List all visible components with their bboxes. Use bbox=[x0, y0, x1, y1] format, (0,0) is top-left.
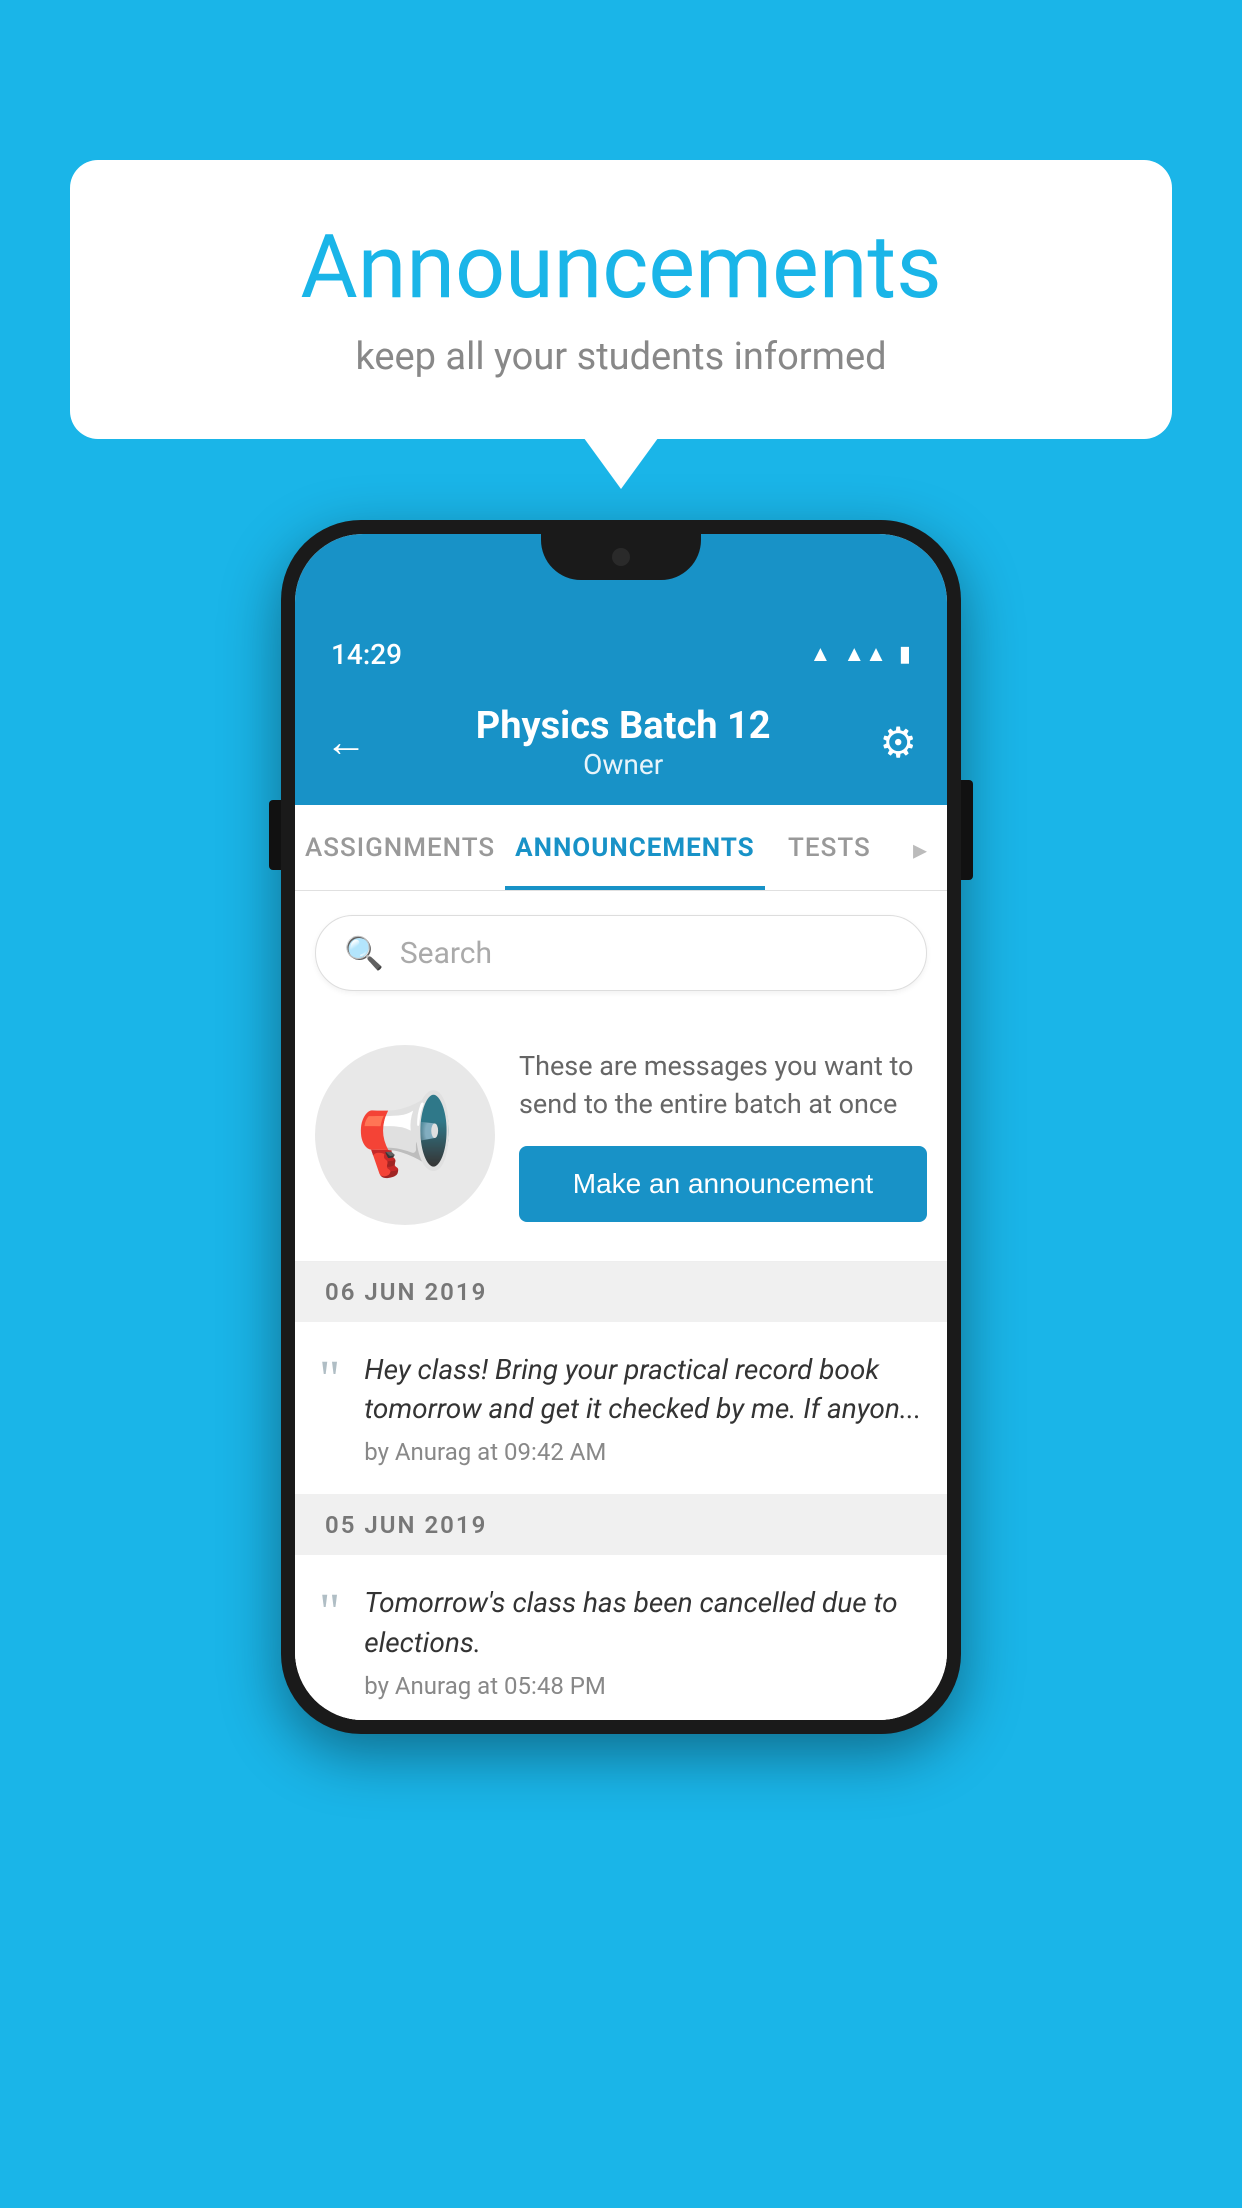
status-icons: ▲ ▲▲ ▮ bbox=[810, 641, 911, 667]
speech-bubble-container: Announcements keep all your students inf… bbox=[70, 160, 1172, 439]
quote-icon-1: " bbox=[319, 1354, 340, 1406]
announcement-text-2: Tomorrow's class has been cancelled due … bbox=[364, 1583, 923, 1661]
notch-area bbox=[295, 534, 947, 614]
search-placeholder: Search bbox=[400, 936, 492, 971]
signal-icon: ▲▲ bbox=[843, 641, 887, 667]
content-area: 🔍 Search 📢 These are messages you want t… bbox=[295, 915, 947, 1720]
promo-icon-circle: 📢 bbox=[315, 1045, 495, 1225]
notch bbox=[541, 534, 701, 580]
date-separator-1: 06 JUN 2019 bbox=[295, 1262, 947, 1322]
tab-assignments[interactable]: ASSIGNMENTS bbox=[295, 805, 505, 890]
tab-tests[interactable]: TESTS bbox=[765, 805, 895, 890]
announcement-meta-2: by Anurag at 05:48 PM bbox=[364, 1672, 923, 1700]
make-announcement-button[interactable]: Make an announcement bbox=[519, 1146, 927, 1222]
header-subtitle: Owner bbox=[476, 748, 771, 781]
phone-mockup: 14:29 ▲ ▲▲ ▮ ← Physics Batch 12 Owner ⚙ bbox=[281, 520, 961, 1734]
announcement-text-1: Hey class! Bring your practical record b… bbox=[364, 1350, 923, 1428]
announcement-content-2: Tomorrow's class has been cancelled due … bbox=[364, 1583, 923, 1699]
battery-icon: ▮ bbox=[899, 642, 911, 667]
date-separator-2: 05 JUN 2019 bbox=[295, 1495, 947, 1555]
bubble-title: Announcements bbox=[150, 220, 1092, 317]
quote-icon-2: " bbox=[319, 1587, 340, 1639]
bubble-subtitle: keep all your students informed bbox=[150, 335, 1092, 379]
announcement-content-1: Hey class! Bring your practical record b… bbox=[364, 1350, 923, 1466]
promo-right: These are messages you want to send to t… bbox=[519, 1048, 927, 1222]
settings-icon[interactable]: ⚙ bbox=[879, 718, 917, 768]
app-header: ← Physics Batch 12 Owner ⚙ bbox=[295, 684, 947, 805]
announcement-item-2[interactable]: " Tomorrow's class has been cancelled du… bbox=[295, 1555, 947, 1719]
promo-section: 📢 These are messages you want to send to… bbox=[295, 1015, 947, 1262]
megaphone-icon: 📢 bbox=[355, 1088, 455, 1182]
tab-more[interactable]: ▸ bbox=[894, 805, 947, 890]
announcement-item-1[interactable]: " Hey class! Bring your practical record… bbox=[295, 1322, 947, 1495]
phone-outer: 14:29 ▲ ▲▲ ▮ ← Physics Batch 12 Owner ⚙ bbox=[281, 520, 961, 1734]
wifi-icon: ▲ bbox=[810, 641, 832, 667]
tabs-container: ASSIGNMENTS ANNOUNCEMENTS TESTS ▸ bbox=[295, 805, 947, 891]
search-bar[interactable]: 🔍 Search bbox=[315, 915, 927, 991]
promo-text: These are messages you want to send to t… bbox=[519, 1048, 927, 1124]
search-icon: 🔍 bbox=[344, 934, 384, 972]
header-title: Physics Batch 12 bbox=[476, 704, 771, 748]
back-button[interactable]: ← bbox=[325, 718, 367, 767]
speech-bubble: Announcements keep all your students inf… bbox=[70, 160, 1172, 439]
phone-inner: 14:29 ▲ ▲▲ ▮ ← Physics Batch 12 Owner ⚙ bbox=[295, 534, 947, 1720]
status-bar: 14:29 ▲ ▲▲ ▮ bbox=[295, 614, 947, 684]
tab-announcements[interactable]: ANNOUNCEMENTS bbox=[505, 805, 764, 890]
announcement-meta-1: by Anurag at 09:42 AM bbox=[364, 1438, 923, 1466]
status-time: 14:29 bbox=[331, 638, 402, 671]
camera-dot bbox=[612, 548, 630, 566]
header-center: Physics Batch 12 Owner bbox=[476, 704, 771, 781]
